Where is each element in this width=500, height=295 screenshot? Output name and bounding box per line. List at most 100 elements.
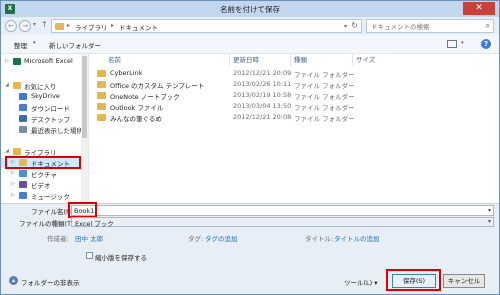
- thumbnail-checkbox[interactable]: [86, 252, 93, 259]
- tags-value[interactable]: タグの追加: [205, 233, 238, 243]
- breadcrumb-documents[interactable]: ドキュメント: [119, 22, 158, 32]
- forward-button[interactable]: →: [19, 20, 31, 32]
- file-row[interactable]: Outlook ファイル 2013/03/04 13:50 ファイル フォルダー: [89, 102, 499, 112]
- refresh-icon[interactable]: ↻: [351, 21, 358, 30]
- sidebar-item-music[interactable]: ▷ ミュージック: [1, 191, 81, 201]
- collapse-icon[interactable]: ◢: [5, 82, 9, 88]
- sidebar-item-videos[interactable]: ▷ ビデオ: [1, 180, 81, 190]
- column-header-type[interactable]: 種類: [294, 54, 307, 66]
- dialog-title: 名前を付けて保存: [220, 5, 280, 14]
- author-label: 作成者:: [47, 235, 69, 243]
- folder-icon: [97, 70, 106, 77]
- filename-input[interactable]: [74, 206, 474, 215]
- arrow-right-icon: →: [22, 22, 28, 30]
- column-divider[interactable]: [229, 54, 230, 66]
- folder-icon: [97, 103, 106, 110]
- tags-label: タグ:: [188, 235, 204, 243]
- file-type: ファイル フォルダー: [294, 82, 355, 90]
- recent-places-icon: [19, 126, 27, 133]
- change-view-icon[interactable]: [447, 40, 457, 48]
- breadcrumb-libraries[interactable]: ライブラリ: [75, 22, 108, 32]
- file-date: 2012/12/21 20:08: [233, 113, 292, 121]
- expand-icon[interactable]: ▷: [11, 170, 15, 176]
- cloud-icon: [19, 93, 27, 100]
- sidebar-item-label: ダウンロード: [31, 105, 70, 113]
- close-button[interactable]: ✕: [463, 2, 495, 15]
- filetype-value: Excel ブック: [75, 220, 114, 228]
- tools-label: ツール(L): [344, 279, 373, 287]
- sidebar-item-desktop[interactable]: デスクトップ: [1, 114, 81, 124]
- chevron-up-icon[interactable]: ▴: [9, 276, 18, 285]
- help-icon[interactable]: ?: [481, 39, 491, 49]
- chevron-down-icon[interactable]: ▾: [461, 40, 464, 46]
- file-row[interactable]: Office のカスタム テンプレート 2013/02/26 10:11 ファイ…: [89, 80, 499, 90]
- file-name: OneNote ノートブック: [110, 93, 180, 101]
- collapse-icon[interactable]: ◢: [5, 148, 9, 154]
- file-type: ファイル フォルダー: [294, 93, 355, 101]
- column-header-date[interactable]: 更新日時: [233, 54, 259, 66]
- address-row: ← → ▾ ↑ ▸ ライブラリ ▸ ドキュメント ▾ ↻ ⌕: [1, 17, 499, 35]
- sidebar-item-label: ミュージック: [31, 193, 70, 201]
- sidebar-item-label: Microsoft Excel: [24, 57, 73, 65]
- sidebar-item-recent-places[interactable]: 最近表示した場所: [1, 125, 83, 135]
- file-row[interactable]: みんなの筆ぐるめ 2012/12/21 20:08 ファイル フォルダー: [89, 113, 499, 123]
- sidebar-item-pictures[interactable]: ▷ ピクチャ: [1, 169, 81, 179]
- filename-highlight-box: [68, 202, 97, 218]
- expand-icon[interactable]: ▷: [5, 58, 9, 64]
- file-name: みんなの筆ぐるめ: [110, 115, 162, 123]
- search-input[interactable]: [371, 21, 479, 32]
- file-name: CyberLink: [110, 69, 143, 77]
- search-icon[interactable]: ⌕: [486, 21, 490, 31]
- star-icon: [13, 82, 21, 89]
- library-icon: [13, 148, 21, 155]
- videos-icon: [19, 181, 27, 188]
- chevron-down-icon[interactable]: ▾: [488, 207, 491, 214]
- author-value[interactable]: 田中 太郎: [75, 233, 103, 243]
- command-bar: 整理 ▾ 新しいフォルダー ▾ ?: [1, 35, 499, 54]
- chevron-down-icon[interactable]: ▾: [344, 23, 347, 30]
- sidebar-item-label: 最近表示した場所: [31, 127, 83, 135]
- file-type: ファイル フォルダー: [294, 115, 355, 123]
- title-value[interactable]: タイトルの追加: [334, 233, 380, 243]
- music-icon: [19, 192, 27, 199]
- filename-field[interactable]: ▾: [71, 205, 494, 216]
- cancel-button[interactable]: キャンセル: [443, 274, 485, 288]
- save-highlight-box: [386, 269, 441, 291]
- filetype-select[interactable]: Excel ブック ▾: [71, 217, 494, 228]
- arrow-up-icon: ↑: [41, 20, 48, 29]
- navigation-scrollbar[interactable]: [81, 54, 88, 203]
- tools-menu-button[interactable]: ツール(L) ▾: [344, 277, 378, 287]
- file-row[interactable]: CyberLink 2012/12/21 20:09 ファイル フォルダー: [89, 69, 499, 79]
- sidebar-item-skydrive[interactable]: SkyDrive: [1, 92, 81, 102]
- folder-icon: [97, 114, 106, 121]
- arrow-left-icon: ←: [8, 22, 14, 30]
- organize-button[interactable]: 整理: [14, 40, 27, 50]
- file-row[interactable]: OneNote ノートブック 2013/02/19 10:58 ファイル フォル…: [89, 91, 499, 101]
- pictures-icon: [19, 170, 27, 177]
- search-box[interactable]: ⌕: [366, 19, 494, 33]
- expand-icon[interactable]: ▷: [11, 181, 15, 187]
- sidebar-item-label: お気に入り: [24, 83, 57, 91]
- thumbnail-label: 縮小版を保存する: [95, 254, 147, 262]
- hide-folders-button[interactable]: フォルダーの非表示: [21, 277, 80, 287]
- navigation-pane: ▷ Microsoft Excel ◢ お気に入り SkyDrive ダウンロー…: [1, 54, 89, 203]
- back-button[interactable]: ←: [5, 20, 17, 32]
- library-folder-icon: [55, 23, 64, 30]
- expand-icon[interactable]: ▷: [11, 192, 15, 198]
- column-header-name[interactable]: 名前: [108, 54, 121, 66]
- recent-locations-dropdown[interactable]: ▾: [33, 21, 36, 28]
- file-name: Office のカスタム テンプレート: [110, 82, 205, 90]
- sidebar-item-downloads[interactable]: ダウンロード: [1, 103, 81, 113]
- desktop-icon: [19, 115, 27, 122]
- column-divider[interactable]: [290, 54, 291, 66]
- column-divider[interactable]: [352, 54, 353, 66]
- address-bar[interactable]: ▸ ライブラリ ▸ ドキュメント ▾ ↻: [51, 19, 362, 33]
- up-folder-button[interactable]: ↑: [41, 20, 48, 29]
- scrollbar-thumb[interactable]: [82, 56, 87, 138]
- sidebar-item-microsoft-excel[interactable]: ▷ Microsoft Excel: [1, 57, 81, 67]
- sidebar-item-favorites[interactable]: ◢ お気に入り: [1, 81, 81, 91]
- chevron-down-icon: ▾: [487, 218, 491, 225]
- folder-icon: [97, 81, 106, 88]
- new-folder-button[interactable]: 新しいフォルダー: [49, 40, 101, 50]
- column-header-size[interactable]: サイズ: [356, 54, 375, 66]
